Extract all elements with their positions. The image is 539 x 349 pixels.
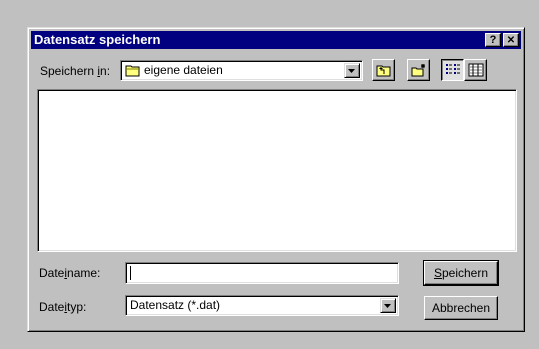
chevron-down-icon xyxy=(348,69,355,73)
file-name-input[interactable] xyxy=(125,262,399,284)
file-name-label: Dateiname: xyxy=(39,266,101,280)
close-icon: ✕ xyxy=(506,35,516,46)
details-view-icon xyxy=(468,63,484,77)
new-folder-button[interactable] xyxy=(407,59,430,81)
file-type-dropdown-button[interactable] xyxy=(380,298,396,313)
save-in-value: eigene dateien xyxy=(144,63,223,77)
file-list[interactable] xyxy=(37,89,517,252)
list-view-icon xyxy=(446,64,460,74)
file-type-label: Dateityp: xyxy=(39,300,87,314)
new-folder-icon xyxy=(411,64,425,77)
text-caret xyxy=(130,266,131,280)
save-in-dropdown-button[interactable] xyxy=(344,63,360,78)
save-in-label: Speichern in: xyxy=(40,64,111,78)
save-dialog: Datensatz speichern ? ✕ Speichern in: ei… xyxy=(27,27,525,332)
list-view-button[interactable] xyxy=(441,59,464,81)
folder-icon xyxy=(125,64,141,80)
save-in-combobox[interactable]: eigene dateien xyxy=(120,60,363,81)
details-view-button[interactable] xyxy=(464,59,487,81)
close-button[interactable]: ✕ xyxy=(503,33,519,47)
save-button[interactable]: Speichern xyxy=(423,260,499,286)
up-one-level-button[interactable] xyxy=(372,59,395,81)
title-bar[interactable]: Datensatz speichern ? ✕ xyxy=(31,31,521,49)
chevron-down-icon xyxy=(384,304,391,308)
save-button-label: Speichern xyxy=(433,266,489,280)
window-title: Datensatz speichern xyxy=(34,32,161,47)
cancel-button-label: Abbrechen xyxy=(431,301,491,315)
help-button[interactable]: ? xyxy=(485,33,501,47)
file-type-combobox[interactable]: Datensatz (*.dat) xyxy=(125,295,399,316)
up-one-level-icon xyxy=(376,65,391,77)
file-type-value: Datensatz (*.dat) xyxy=(130,298,221,312)
help-icon: ? xyxy=(489,34,497,46)
cancel-button[interactable]: Abbrechen xyxy=(424,296,498,320)
